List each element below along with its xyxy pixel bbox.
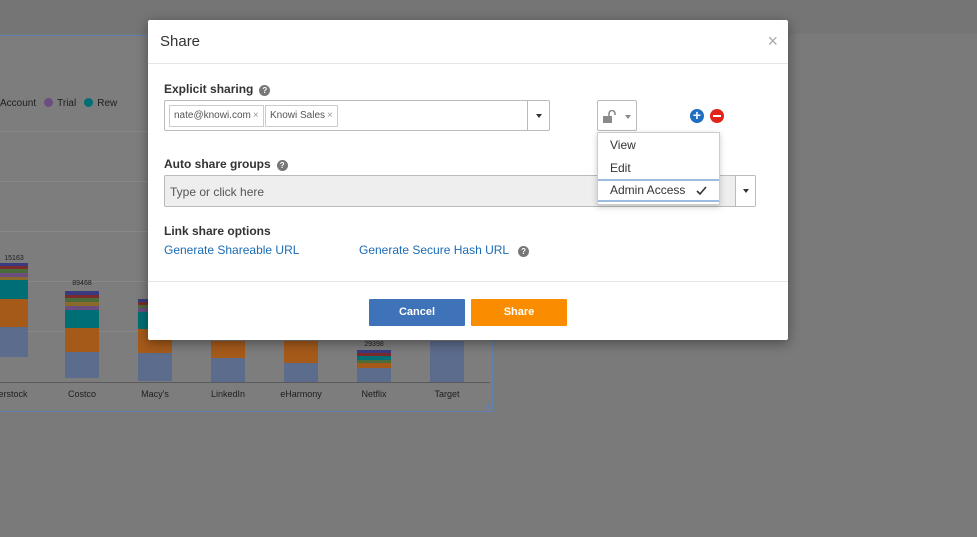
x-tick-label: LinkedIn xyxy=(210,389,246,399)
legend-item: Trial xyxy=(44,98,76,109)
resize-handle[interactable] xyxy=(485,404,490,409)
bar xyxy=(0,263,28,357)
link-share-label: Link share options xyxy=(164,224,271,238)
x-tick-label: Netflix xyxy=(361,389,387,399)
legend-dot-icon xyxy=(44,98,54,107)
share-button[interactable]: Share xyxy=(471,299,567,326)
recipients-dropdown-toggle[interactable] xyxy=(527,101,549,130)
unlock-icon xyxy=(603,110,616,123)
x-tick-label: Target xyxy=(434,389,460,399)
legend-item: Account xyxy=(0,98,37,109)
share-dialog: Share × Explicit sharing? nate@knowi.com… xyxy=(148,20,788,340)
remove-row-icon[interactable] xyxy=(710,109,724,123)
x-axis xyxy=(0,382,490,383)
bar xyxy=(430,341,464,382)
dialog-title: Share xyxy=(160,33,201,50)
recipient-tag: Knowi Sales × xyxy=(265,105,338,127)
checkmark-icon xyxy=(696,186,707,196)
remove-tag-icon[interactable]: × xyxy=(253,110,259,121)
x-tick-label: Costco xyxy=(67,389,96,399)
chevron-down-icon xyxy=(625,115,631,119)
generate-shareable-url-link[interactable]: Generate Shareable URL xyxy=(164,243,299,257)
auto-share-dropdown-toggle[interactable] xyxy=(735,176,755,206)
bar xyxy=(65,291,99,378)
legend-dot-icon xyxy=(84,98,94,107)
bar-value-label: 89468 xyxy=(72,280,92,287)
generate-secure-hash-url-link[interactable]: Generate Secure Hash URL? xyxy=(359,243,530,257)
cancel-button[interactable]: Cancel xyxy=(369,299,465,326)
help-icon[interactable]: ? xyxy=(518,246,530,257)
bar xyxy=(357,350,391,382)
remove-tag-icon[interactable]: × xyxy=(327,110,333,121)
help-icon[interactable]: ? xyxy=(276,160,288,171)
recipient-tag: nate@knowi.com × xyxy=(169,105,264,127)
dialog-header: Share × xyxy=(148,20,788,64)
bar xyxy=(211,341,245,382)
explicit-sharing-label: Explicit sharing? xyxy=(164,82,271,96)
menu-item-edit[interactable]: Edit xyxy=(598,157,719,180)
x-tick-label: eHarmony xyxy=(280,389,322,399)
x-tick-label: erstock xyxy=(0,389,28,399)
auto-share-label: Auto share groups? xyxy=(164,157,288,171)
dialog-footer: Cancel Share xyxy=(148,281,788,340)
help-icon[interactable]: ? xyxy=(259,85,271,96)
bar-value-label: 29398 xyxy=(364,341,384,348)
chart-legend: Account Trial Rew xyxy=(0,98,117,109)
menu-item-admin-access[interactable]: Admin Access xyxy=(598,179,719,202)
share-recipients-input[interactable]: nate@knowi.com × Knowi Sales × xyxy=(164,100,550,131)
menu-item-view[interactable]: View xyxy=(598,134,719,157)
chevron-down-icon xyxy=(536,114,542,118)
auto-share-placeholder: Type or click here xyxy=(170,185,265,199)
permission-menu: View Edit Admin Access xyxy=(597,132,720,205)
bar-value-label: 15163 xyxy=(4,255,24,262)
close-icon[interactable]: × xyxy=(767,31,778,52)
bar xyxy=(284,341,318,382)
x-tick-label: Macy's xyxy=(141,389,169,399)
permission-dropdown-button[interactable] xyxy=(597,100,637,131)
add-row-icon[interactable]: + xyxy=(690,108,704,123)
chevron-down-icon xyxy=(743,189,749,193)
legend-item: Rew xyxy=(84,98,117,109)
